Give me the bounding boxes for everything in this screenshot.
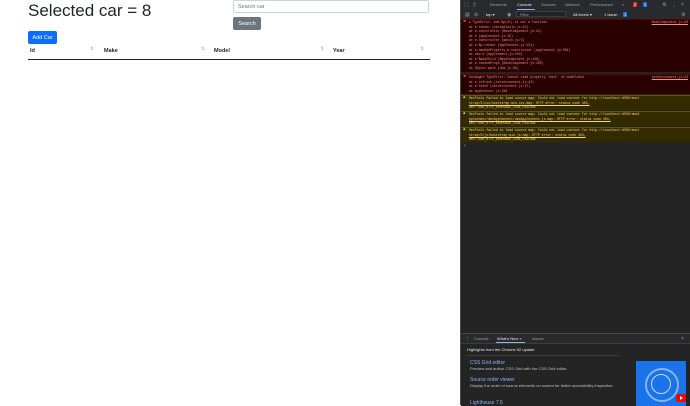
- sort-arrows-icon[interactable]: ⇅: [420, 46, 424, 52]
- add-car-button[interactable]: Add Car: [28, 31, 57, 44]
- console-prompt-icon[interactable]: ›: [464, 143, 466, 149]
- console-settings-gear-icon[interactable]: ⚙: [681, 12, 685, 18]
- drawer-close-icon[interactable]: ×: [681, 336, 684, 342]
- drawer-tab-issues[interactable]: Issues: [532, 336, 544, 341]
- error-icon: ⊗: [463, 75, 467, 79]
- sort-arrows-icon[interactable]: ⇅: [201, 46, 205, 52]
- search-button[interactable]: Search: [233, 17, 261, 30]
- sort-arrows-icon[interactable]: ⇅: [90, 46, 94, 52]
- message-source-link[interactable]: BaseComponent.js:20: [652, 20, 688, 25]
- search-input[interactable]: [233, 0, 429, 13]
- clear-console-icon[interactable]: ⊘: [474, 12, 478, 18]
- sidebar-toggle-icon[interactable]: ▤: [465, 12, 470, 18]
- message-source-link[interactable]: serverconnect.js:43: [652, 75, 688, 80]
- app-page: Selected car = 8 Search Add Car Id ⇅ Mak…: [0, 0, 460, 405]
- youtube-play-icon[interactable]: [676, 394, 686, 402]
- message-line: net::ERR_HTTP_RESPONSE_CODE_FAILURE: [469, 121, 536, 126]
- feature-item[interactable]: Lighthouse 7.5: [470, 400, 620, 406]
- feature-item[interactable]: Source order viewer Display the order of…: [470, 377, 620, 388]
- feature-description: Preview and author CSS Grid with the CSS…: [470, 366, 568, 371]
- feature-item[interactable]: CSS Grid editor Preview and author CSS G…: [470, 360, 620, 371]
- filter-input[interactable]: Filter: [516, 11, 566, 17]
- chrome-logo-inner-icon: [651, 374, 671, 394]
- issues-label[interactable]: 1 Issue:: [604, 12, 618, 17]
- feature-title[interactable]: Lighthouse 7.5: [470, 400, 620, 406]
- message-line: at appConnect.js:338: [469, 88, 508, 93]
- drawer-tab-bar: ⋮ Console What's New × Issues ×: [461, 334, 690, 344]
- drawer-menu-icon[interactable]: ⋮: [465, 336, 470, 342]
- column-model[interactable]: Model: [214, 48, 230, 54]
- whats-new-heading: Highlights from the Chrome 92 update: [467, 347, 535, 352]
- warning-icon: ▲: [463, 112, 466, 116]
- console-warning-message[interactable]: ▲ DevTools failed to load source map: Co…: [461, 95, 690, 110]
- tab-elements[interactable]: Elements: [490, 2, 507, 7]
- cars-table-header: Id ⇅ Make ⇅ Model ⇅ Year ⇅: [28, 45, 430, 60]
- log-levels-dropdown[interactable]: All levels ▾: [573, 12, 592, 17]
- sort-arrows-icon[interactable]: ⇅: [320, 46, 324, 52]
- console-warning-message[interactable]: ▲ DevTools failed to load source map: Co…: [461, 127, 690, 142]
- page-title: Selected car = 8: [28, 1, 152, 20]
- devtools-panel: ⬚ ▯ Elements Console Sources Network Per…: [460, 0, 690, 406]
- warning-icon: ▲: [463, 128, 466, 132]
- info-count-badge[interactable]: 1: [643, 2, 648, 7]
- settings-gear-icon[interactable]: ⚙: [662, 2, 666, 8]
- message-line: net::ERR_HTTP_RESPONSE_CODE_FAILURE: [469, 137, 536, 142]
- close-icon[interactable]: ×: [681, 2, 684, 8]
- console-error-message[interactable]: ⊗ serverconnect.js:43 Uncaught TypeError…: [461, 74, 690, 94]
- devtools-drawer: ⋮ Console What's New × Issues × Highligh…: [461, 333, 690, 406]
- column-make[interactable]: Make: [104, 48, 118, 54]
- warning-icon: ▲: [463, 96, 466, 100]
- inspect-icon[interactable]: ⬚: [464, 2, 469, 8]
- drawer-tab-whats-new[interactable]: What's New ×: [497, 336, 522, 341]
- tab-console[interactable]: Console: [517, 2, 532, 7]
- whats-new-video-thumbnail[interactable]: [636, 361, 686, 406]
- column-id[interactable]: Id: [30, 48, 35, 54]
- error-icon: ⊗: [463, 20, 467, 24]
- column-year[interactable]: Year: [333, 48, 345, 54]
- error-count-badge[interactable]: 2: [633, 2, 638, 7]
- device-toolbar-icon[interactable]: ▯: [473, 2, 476, 8]
- console-warning-message[interactable]: ▲ DevTools failed to load source map: Co…: [461, 111, 690, 126]
- message-line: net::ERR_HTTP_RESPONSE_CODE_FAILURE: [469, 105, 536, 110]
- tab-more[interactable]: »: [622, 2, 624, 7]
- tab-performance[interactable]: Performance: [590, 2, 613, 7]
- issues-count-badge[interactable]: 1: [623, 12, 628, 17]
- console-error-message[interactable]: ⊗ BaseComponent.js:20 ▸ TypeError: dom.$…: [461, 19, 690, 72]
- message-line: at Object.walk (dom.js:38): [469, 65, 519, 70]
- drawer-tab-console[interactable]: Console: [474, 336, 489, 341]
- more-options-icon[interactable]: ⋮: [672, 2, 677, 8]
- tab-network[interactable]: Network: [565, 2, 580, 7]
- drawer-active-underline: [496, 342, 525, 343]
- context-selector[interactable]: top ▾: [486, 12, 495, 17]
- divider: [467, 355, 619, 356]
- eye-icon[interactable]: ◉: [507, 12, 511, 18]
- tab-sources[interactable]: Sources: [541, 2, 556, 7]
- feature-description: Display the order of source elements on …: [470, 383, 614, 388]
